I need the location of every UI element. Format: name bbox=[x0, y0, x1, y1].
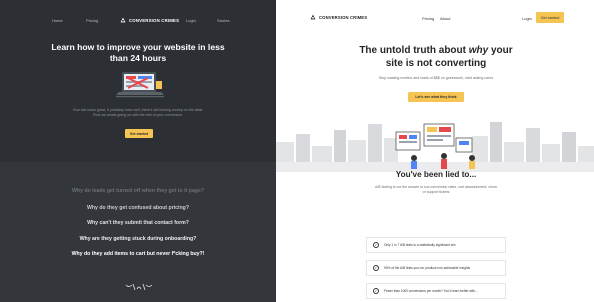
hero-subtitle: Your site looks great, it probably does … bbox=[72, 108, 204, 117]
logo-icon bbox=[310, 14, 316, 20]
nav-get-started-button[interactable]: Get started bbox=[536, 12, 564, 23]
hero-subtitle: Stop wasting months and loads of $$$ on … bbox=[378, 76, 494, 80]
question-item: Why do they add items to cart but never … bbox=[71, 251, 205, 257]
question-item: Why are they getting stuck during onboar… bbox=[79, 236, 197, 242]
hero-title-part: your bbox=[488, 45, 513, 56]
check-circle-icon: ✓ bbox=[373, 265, 379, 271]
see-what-they-think-button[interactable]: Let's see what they think bbox=[408, 92, 464, 102]
fact-text: 90% of the A/B tests you run produce non… bbox=[384, 266, 471, 270]
fact-text: Only 1 in 7 A/B tests is a statistically… bbox=[384, 243, 456, 247]
logo[interactable]: CONVERSION CRIMES bbox=[309, 13, 367, 21]
fact-card: ✓ Only 1 in 7 A/B tests is a statistical… bbox=[366, 237, 506, 253]
check-circle-icon: ✓ bbox=[373, 242, 379, 248]
left-questions-section bbox=[0, 162, 276, 302]
left-nav: Home Pricing CONVERSION CRIMES Login Sto… bbox=[0, 15, 276, 27]
section-title: You've been lied to... bbox=[395, 170, 477, 179]
question-item: Why do leads get turned off when they ge… bbox=[72, 188, 204, 194]
section-subtitle: A/B testing is not the answer to low con… bbox=[375, 185, 497, 194]
hero-title-line2: site is not converting bbox=[385, 58, 487, 69]
shrug-icon bbox=[125, 283, 153, 291]
hero-title-part: The untold truth about bbox=[359, 45, 469, 56]
left-screenshot: Home Pricing CONVERSION CRIMES Login Sto… bbox=[0, 0, 276, 302]
fact-card: ✓ 90% of the A/B tests you run produce n… bbox=[366, 260, 506, 276]
fact-text: Fewer than 1000 conversions per month? Y… bbox=[384, 289, 478, 293]
city-skyline-illustration-icon bbox=[276, 112, 594, 172]
fact-card: ✓ Fewer than 1000 conversions per month?… bbox=[366, 283, 506, 299]
check-circle-icon: ✓ bbox=[373, 288, 379, 294]
logo-text: CONVERSION CRIMES bbox=[129, 17, 180, 23]
logo-text: CONVERSION CRIMES bbox=[319, 14, 368, 20]
logo[interactable]: CONVERSION CRIMES bbox=[119, 16, 179, 24]
nav-link-login[interactable]: Login bbox=[522, 16, 532, 21]
question-item: Why do they get confused about pricing? bbox=[86, 205, 190, 211]
get-started-button[interactable]: Get started bbox=[125, 129, 153, 138]
nav-link-pricing[interactable]: Pricing bbox=[86, 18, 98, 23]
hero-title: The untold truth about why your site is … bbox=[346, 44, 526, 70]
nav-link-stories[interactable]: Stories bbox=[217, 18, 229, 23]
nav-link-home[interactable]: Home bbox=[52, 18, 63, 23]
nav-link-pricing[interactable]: Pricing bbox=[422, 16, 434, 21]
question-item: Why can't they submit that contact form? bbox=[87, 220, 189, 226]
logo-icon bbox=[120, 17, 126, 23]
right-screenshot: CONVERSION CRIMES Pricing About Login Ge… bbox=[276, 0, 594, 302]
hero-title: Learn how to improve your website in les… bbox=[51, 42, 225, 63]
laptop-illustration-icon bbox=[116, 72, 164, 98]
nav-link-login[interactable]: Login bbox=[186, 18, 196, 23]
nav-link-about[interactable]: About bbox=[440, 16, 450, 21]
hero-title-emphasis: why bbox=[468, 45, 489, 56]
